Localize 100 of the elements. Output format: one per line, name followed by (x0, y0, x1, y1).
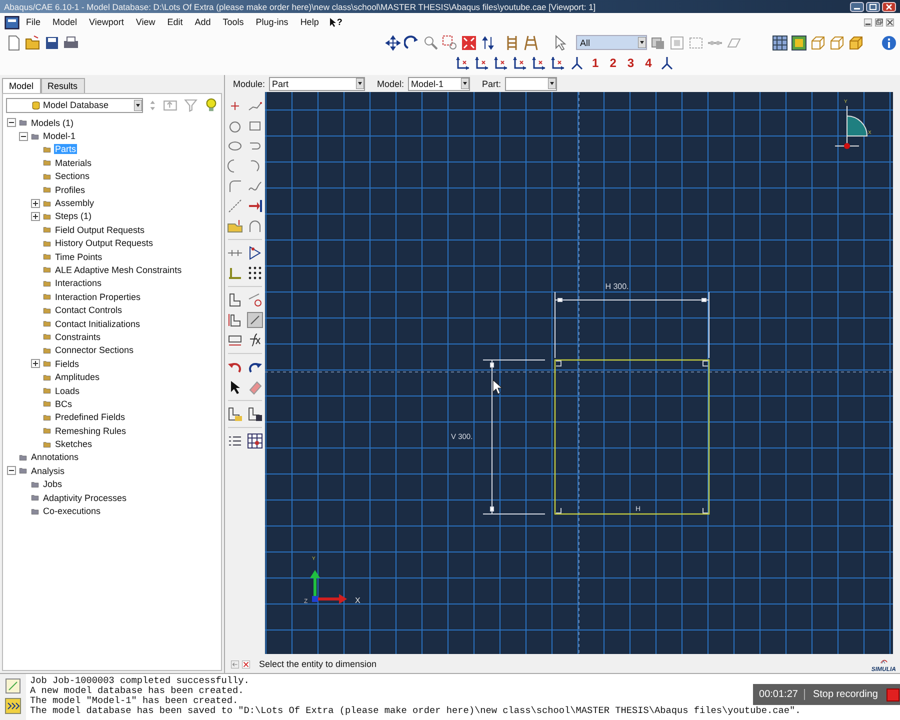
tree-item[interactable]: Model-1 (42, 131, 77, 142)
function-icon[interactable] (247, 332, 263, 348)
menu-item[interactable]: View (130, 17, 162, 27)
axes-view-icon[interactable] (512, 55, 528, 71)
tab[interactable]: Results (40, 78, 85, 93)
menu-item[interactable]: Tools (216, 17, 250, 27)
tree-item[interactable]: ALE Adaptive Mesh Constraints (54, 264, 183, 275)
arrow-bar-icon[interactable] (247, 198, 263, 214)
menu-item[interactable]: Help (294, 17, 325, 27)
tree-item[interactable]: Remeshing Rules (54, 426, 128, 436)
save-sketch-icon[interactable] (247, 406, 263, 422)
tab[interactable]: Model (2, 78, 41, 93)
collapse-toggle[interactable] (7, 118, 16, 128)
tree-item[interactable]: Sketches (54, 439, 94, 450)
tree-item[interactable]: Predefined Fields (54, 412, 126, 422)
tree-item[interactable]: Fields (54, 358, 80, 369)
tree-item[interactable]: History Output Requests (54, 238, 154, 248)
triad-icon[interactable] (569, 55, 585, 71)
view-button[interactable]: 3 (623, 56, 638, 70)
tree-item[interactable]: Materials (54, 158, 93, 168)
tree-item[interactable]: Models (1) (30, 118, 75, 128)
menu-item[interactable]: Add (188, 17, 217, 27)
open-folder-icon[interactable] (25, 34, 41, 50)
tree-item[interactable]: Steps (1) (54, 211, 93, 222)
cube-icon[interactable] (848, 34, 864, 50)
combo-box[interactable]: Part (269, 76, 366, 90)
message-area-icon[interactable] (5, 678, 21, 694)
stop-recording-button[interactable]: Stop recording (804, 689, 886, 700)
minimize-icon[interactable] (864, 16, 872, 28)
collapse-toggle[interactable] (19, 132, 28, 141)
move-arrows-icon[interactable] (385, 34, 401, 50)
close-icon[interactable] (882, 2, 896, 12)
save-icon[interactable] (44, 34, 60, 50)
axes-view-icon[interactable] (550, 55, 566, 71)
tree-item[interactable]: Assembly (54, 198, 96, 208)
expand-toggle[interactable] (31, 198, 40, 208)
tree-item[interactable]: Interactions (54, 278, 103, 288)
app-icon[interactable] (4, 14, 20, 30)
menu-item[interactable]: Plug-ins (250, 17, 294, 27)
vertical-dimension-line[interactable] (482, 360, 546, 514)
menu-item[interactable]: File (20, 17, 47, 27)
curve-icon[interactable] (247, 218, 263, 234)
dropdown-caret-icon[interactable] (548, 78, 556, 89)
flip-arrows-icon[interactable] (480, 34, 496, 50)
dimension-tool-icon[interactable] (247, 312, 263, 328)
cube-icon[interactable] (829, 34, 845, 50)
print-icon[interactable] (63, 34, 79, 50)
grid-icon[interactable] (247, 433, 263, 449)
fillet-icon[interactable] (227, 178, 243, 194)
tree-item[interactable]: BCs (54, 398, 74, 409)
tree-item[interactable]: Co-executions (42, 506, 102, 516)
ladder-icon[interactable] (523, 34, 539, 50)
fit-view-icon[interactable] (461, 34, 477, 50)
tree-item[interactable]: Amplitudes (54, 372, 101, 382)
menu-item[interactable]: Model (46, 17, 84, 27)
dimension-shape-icon[interactable] (227, 312, 243, 328)
target-icon[interactable] (247, 292, 263, 308)
tree-item[interactable]: Annotations (30, 452, 80, 462)
dropdown-caret-icon[interactable] (134, 100, 142, 110)
dropdown-caret-icon[interactable] (356, 78, 364, 89)
horizontal-dimension-line[interactable] (554, 292, 710, 358)
new-file-icon[interactable] (6, 34, 22, 50)
tree-item[interactable]: Constraints (54, 332, 102, 342)
restore-icon[interactable] (875, 16, 883, 28)
tree-item[interactable]: Time Points (54, 252, 104, 262)
selection-filter-dropdown[interactable]: All (576, 35, 647, 50)
view-button[interactable]: 1 (588, 56, 603, 70)
axes-view-icon[interactable] (455, 55, 471, 71)
menu-item[interactable]: Edit (161, 17, 189, 27)
tree-item[interactable]: Sections (54, 171, 91, 182)
expand-toggle[interactable] (31, 359, 40, 368)
step-shape-icon[interactable] (227, 292, 243, 308)
rotate-arrow-icon[interactable] (404, 34, 420, 50)
expand-toggle[interactable] (31, 212, 40, 221)
maximize-icon[interactable] (866, 2, 880, 12)
close-icon[interactable] (886, 16, 894, 28)
open-sketch-icon[interactable] (227, 406, 243, 422)
axes-view-icon[interactable] (493, 55, 509, 71)
info-icon[interactable] (881, 34, 897, 50)
box-zoom-icon[interactable] (442, 34, 458, 50)
tree-selector-dropdown[interactable]: Model Database (6, 98, 144, 112)
tree-item[interactable]: Interaction Properties (54, 292, 142, 302)
shaded-cube-icon[interactable] (791, 34, 807, 50)
tree-item[interactable]: Connector Sections (54, 345, 135, 356)
tree-item[interactable]: Jobs (42, 479, 64, 490)
minimize-icon[interactable] (850, 2, 864, 12)
tree-item[interactable]: Contact Initializations (54, 318, 142, 329)
combo-box[interactable]: Model-1 (408, 76, 470, 90)
view-button[interactable]: 4 (641, 56, 656, 70)
tree-item[interactable]: Adaptivity Processes (42, 492, 128, 503)
context-help-button[interactable]: ? (324, 16, 346, 28)
tree-item[interactable]: Profiles (54, 184, 86, 195)
dot-grid-icon[interactable] (247, 265, 263, 281)
view-button[interactable]: 2 (606, 56, 620, 70)
mesh-cube-icon[interactable] (772, 34, 788, 50)
cancel-icon[interactable] (242, 658, 250, 670)
lightbulb-icon[interactable] (204, 97, 218, 113)
menu-item[interactable]: Viewport (83, 17, 130, 27)
axes-view-icon[interactable] (531, 55, 547, 71)
axes-view-icon[interactable] (474, 55, 490, 71)
